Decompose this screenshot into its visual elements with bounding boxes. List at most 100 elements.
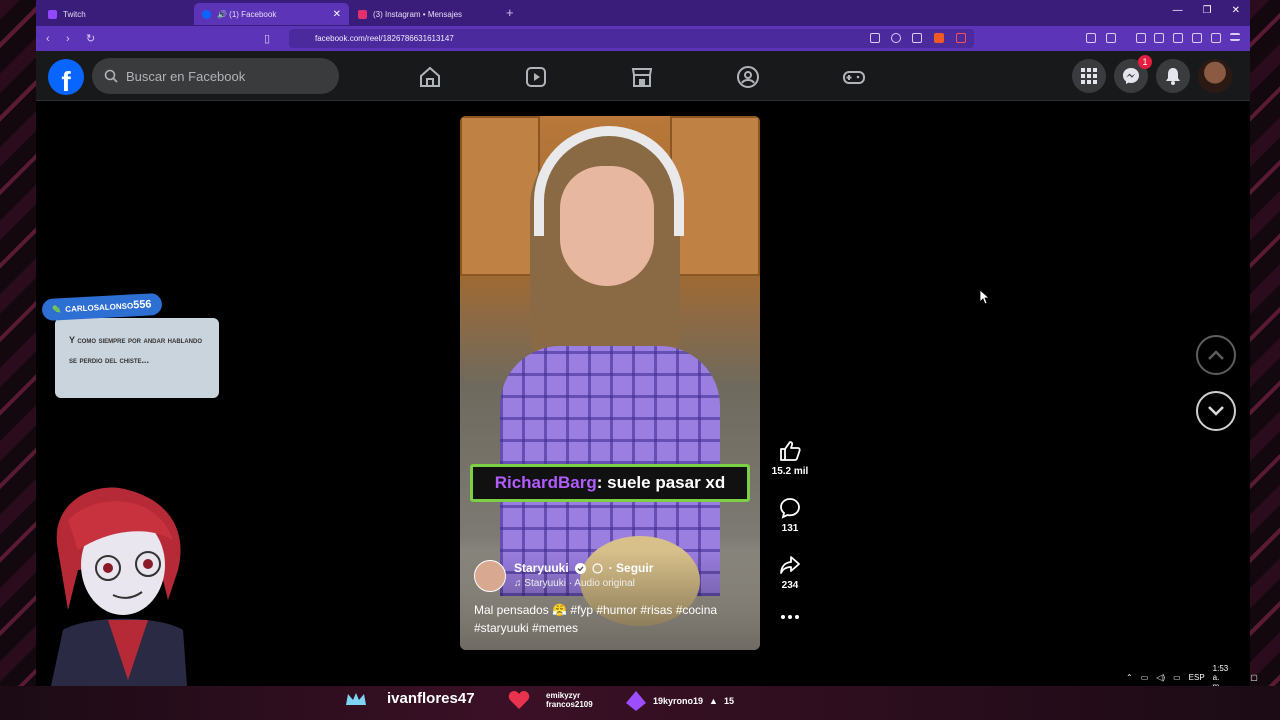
thumbs-up-icon [780,441,801,461]
vpn-icon[interactable] [1211,33,1221,43]
cast-icon[interactable] [870,33,880,43]
notification-center-icon[interactable]: ▢ [1250,673,1258,682]
bits-username: 19kyrono19 [653,696,704,706]
tab-label: Twitch [63,9,86,19]
wallet-icon[interactable] [1173,33,1183,43]
author-avatar[interactable] [474,560,506,592]
menu-icon[interactable] [1230,33,1240,41]
stream-chat-message: Y como siempre por andar hablando se per… [69,335,203,365]
chevron-down-icon [1208,406,1224,416]
zoom-icon[interactable] [891,33,901,43]
groups-icon[interactable] [736,65,760,89]
close-tab-icon[interactable]: ✕ [333,9,341,20]
tab-label: (3) Instagram • Mensajes [373,9,463,19]
browser-toolbar: ‹ › ↻ ▯ facebook.com/reel/18267866316131… [36,26,1250,51]
brave-shield-icon[interactable] [934,33,944,43]
comment-icon [780,498,800,519]
bell-icon [1166,68,1180,85]
pencil-icon: ✎ [51,303,62,317]
reel-author-row: Staryuuki · Seguir [514,561,653,575]
vtuber-avatar-graphic [48,487,188,700]
kitchen-cabinet [460,116,540,276]
comment-count: 131 [781,523,799,534]
gift-sub-users: emikyzyr francos2109 [546,691,593,709]
volume-icon[interactable]: ◁) [1156,673,1165,682]
forward-icon[interactable]: › [66,33,76,45]
more-dots-icon [781,615,799,619]
url-text: facebook.com/reel/1826786631613147 [315,34,454,43]
tab-twitch[interactable]: Twitch [40,3,195,25]
bookmark-icon[interactable]: ▯ [264,32,274,45]
language-indicator[interactable]: ESP [1189,673,1205,682]
share-count: 234 [781,580,799,591]
stream-chat-bubble: Y como siempre por andar hablando se per… [55,318,219,398]
home-icon[interactable] [418,65,442,89]
notifications-button[interactable] [1156,59,1190,93]
facebook-logo[interactable]: f [48,59,84,95]
apps-menu-button[interactable] [1072,59,1106,93]
network-icon[interactable]: ▭ [1141,673,1149,682]
gaming-icon[interactable] [842,65,866,89]
tab-facebook[interactable]: 🔊 (1) Facebook ✕ [194,3,349,25]
reel-video[interactable]: RichardBarg: suele pasar xd Staryuuki · … [460,116,760,650]
more-options-button[interactable] [770,612,810,626]
reel-caption: Mal pensados 😤 #fyp #humor #risas #cocin… [474,603,718,635]
display-icon[interactable]: ▭ [1173,673,1181,682]
reload-icon[interactable]: ↻ [86,32,96,45]
supporter-username: ivanflores47 [387,690,475,707]
marketplace-icon[interactable] [630,65,654,89]
stream-events-bar: ivanflores47 emikyzyr francos2109 19kyro… [0,686,1280,720]
gift-sub-user-1: emikyzyr [546,691,581,700]
search-icon [104,69,118,83]
messenger-icon [1123,68,1139,84]
video-icon[interactable] [524,65,548,89]
extensions-icon[interactable] [1086,33,1096,43]
close-window-icon[interactable]: ✕ [1232,5,1240,16]
facebook-logo-letter: f [61,66,71,95]
chevron-up-icon [1208,350,1224,360]
messenger-badge: 1 [1138,55,1152,69]
search-placeholder: Buscar en Facebook [126,68,246,84]
mouse-cursor-icon [980,290,990,304]
bits-gem-icon [626,691,646,711]
share-button[interactable]: 234 [770,554,810,591]
bits-event: 19kyrono19 ▲ 15 [625,690,734,712]
screenshot-icon[interactable] [1106,33,1116,43]
gift-sub-user-2: francos2109 [546,700,593,709]
like-button[interactable]: 15.2 mil [770,440,810,477]
new-tab-button[interactable]: + [506,5,514,20]
search-input[interactable]: Buscar en Facebook [92,58,339,94]
gift-sub-event: emikyzyr francos2109 [508,690,593,710]
headphones-graphic [534,126,684,236]
tab-label: 🔊 (1) Facebook [217,9,277,19]
next-reel-button[interactable] [1196,391,1236,431]
previous-reel-button[interactable] [1196,335,1236,375]
like-count: 15.2 mil [771,466,809,477]
instagram-favicon-icon [358,9,367,19]
heart-icon [508,691,530,709]
back-icon[interactable]: ‹ [46,33,56,45]
crown-icon [346,692,366,705]
sidebar-icon[interactable] [1154,33,1164,43]
rewards-icon[interactable] [956,33,966,43]
window-controls: — ❐ ✕ [1173,5,1240,16]
tray-chevron-icon[interactable]: ⌃ [1126,673,1133,682]
grid-icon [1081,68,1097,84]
author-name[interactable]: Staryuuki [514,561,569,575]
minimize-icon[interactable]: — [1173,5,1183,16]
chat-banner-message: : suele pasar xd [596,473,726,492]
leo-icon[interactable] [1192,33,1202,43]
comment-button[interactable]: 131 [770,497,810,534]
share-icon[interactable] [912,33,922,43]
facebook-header: f Buscar en Facebook 1 [36,51,1250,101]
facebook-favicon-icon [202,9,211,19]
chat-banner-user: RichardBarg [494,473,597,492]
media-icon[interactable] [1136,33,1146,43]
tab-strip: Twitch 🔊 (1) Facebook ✕ (3) Instagram • … [36,0,1250,26]
tab-instagram[interactable]: (3) Instagram • Mensajes [350,3,505,25]
maximize-icon[interactable]: ❐ [1203,5,1212,16]
profile-avatar[interactable] [1198,59,1232,93]
twitch-favicon-icon [48,9,57,19]
reel-audio[interactable]: ♫ Staryuuki · Audio original [514,578,635,589]
follow-button[interactable]: · Seguir [609,561,654,575]
